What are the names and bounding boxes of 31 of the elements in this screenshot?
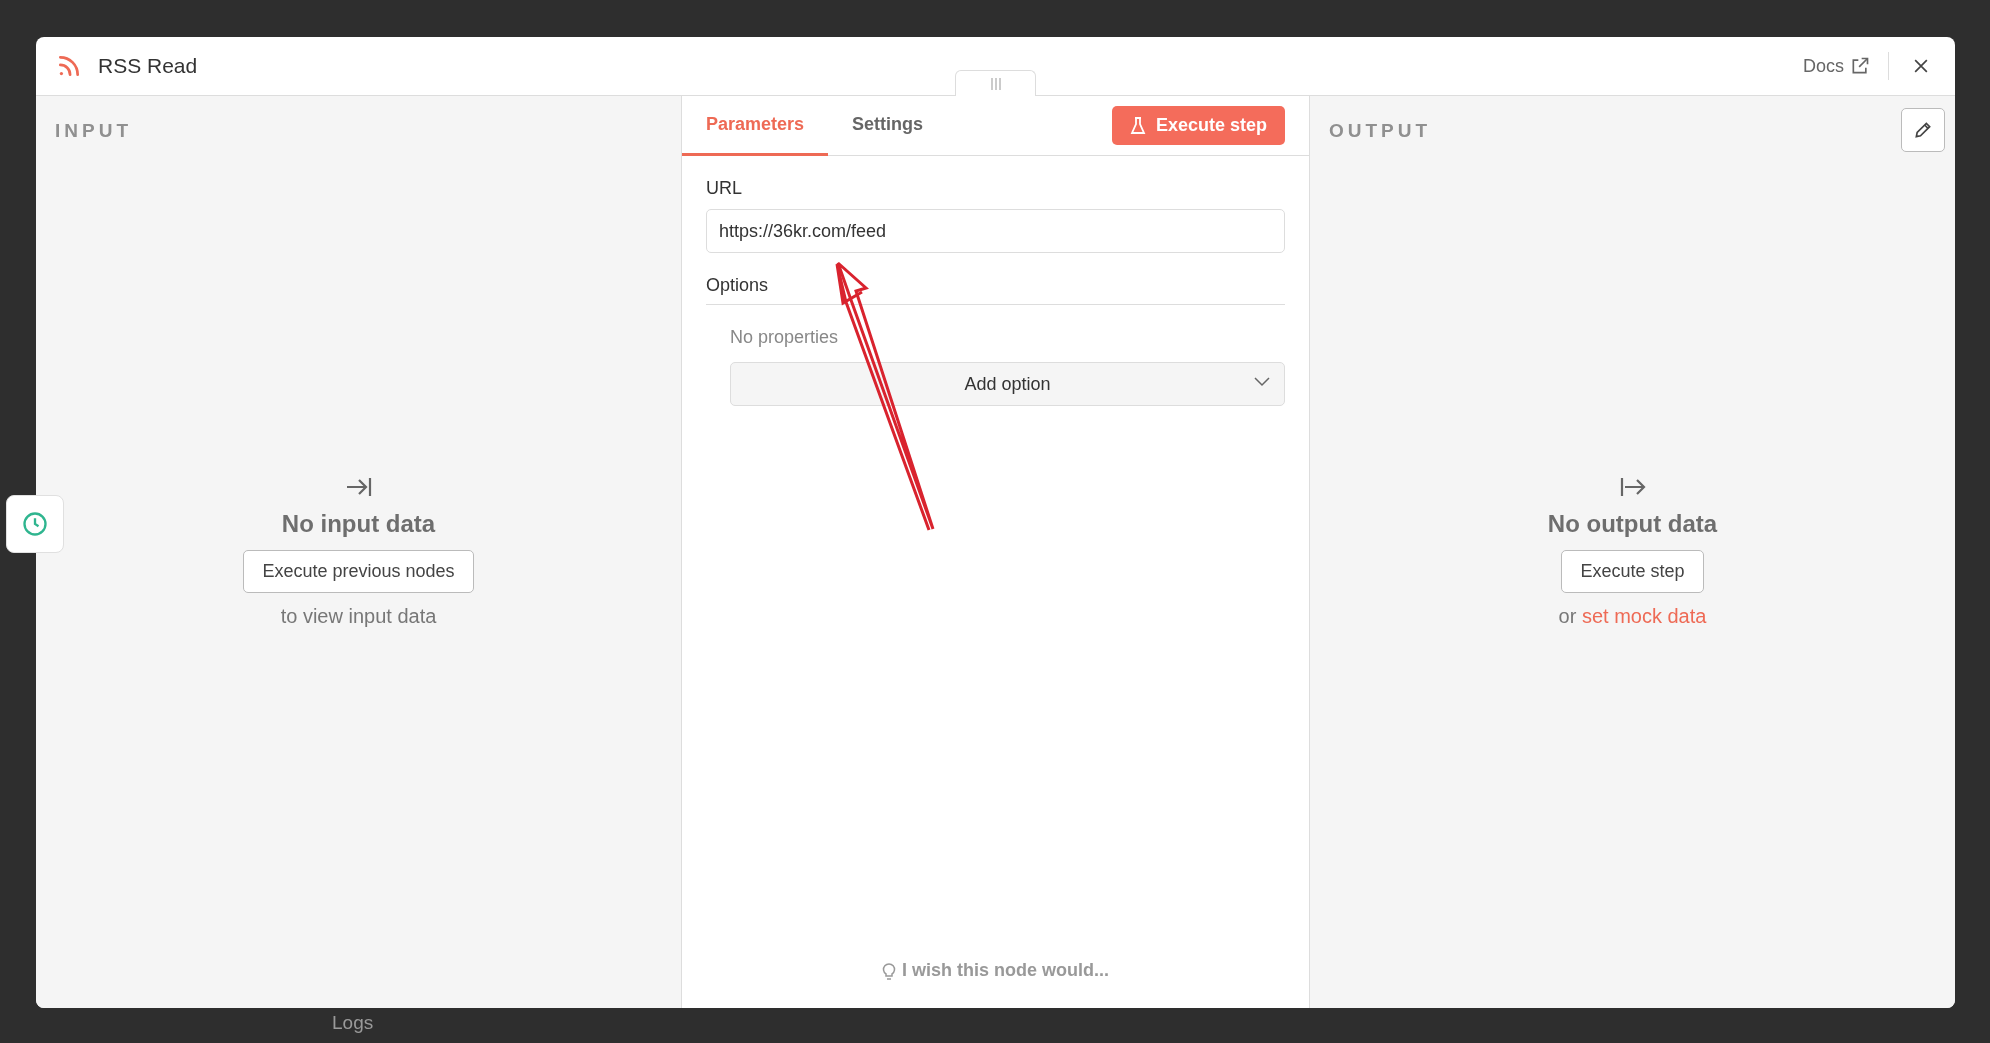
tab[interactable]: Parameters [682, 96, 829, 156]
arrow-to-line-icon [344, 476, 373, 498]
empty-state-title: No input data [281, 510, 436, 538]
window-title: RSS Read [98, 54, 199, 78]
execute-step-button[interactable]: Execute step [1561, 550, 1704, 593]
empty-state-hint: to view input data [280, 605, 437, 628]
panel-heading: INPUT [55, 120, 132, 142]
lightbulb-icon [882, 961, 896, 980]
chevron-down-icon [1254, 377, 1270, 387]
arrow-from-line-icon [1618, 476, 1647, 498]
field-label: URL [706, 178, 743, 199]
logs-label: Logs [332, 1012, 374, 1034]
drag-handle[interactable] [955, 70, 1036, 96]
tab[interactable]: Settings [828, 96, 948, 156]
execute-previous-button[interactable]: Execute previous nodes [243, 550, 474, 593]
history-button[interactable] [6, 495, 64, 553]
pencil-icon [1913, 120, 1933, 140]
docs-link[interactable]: Docs [1803, 55, 1870, 77]
empty-state-hint: or set mock data [1558, 605, 1707, 628]
clock-icon [21, 510, 49, 538]
empty-state-title: No output data [1547, 510, 1718, 538]
panel-heading: OUTPUT [1329, 120, 1432, 142]
execute-step-button[interactable]: Execute step [1111, 106, 1285, 145]
empty-options-text: No properties [730, 327, 840, 348]
section-label: Options [706, 275, 1285, 305]
rss-icon [56, 53, 82, 79]
add-option-dropdown[interactable]: Add option [730, 362, 1285, 406]
edit-button[interactable] [1901, 108, 1945, 152]
external-link-icon [1850, 56, 1870, 76]
flask-icon [1129, 116, 1146, 135]
url-field[interactable]: https://36kr.com/feed [706, 209, 1285, 253]
